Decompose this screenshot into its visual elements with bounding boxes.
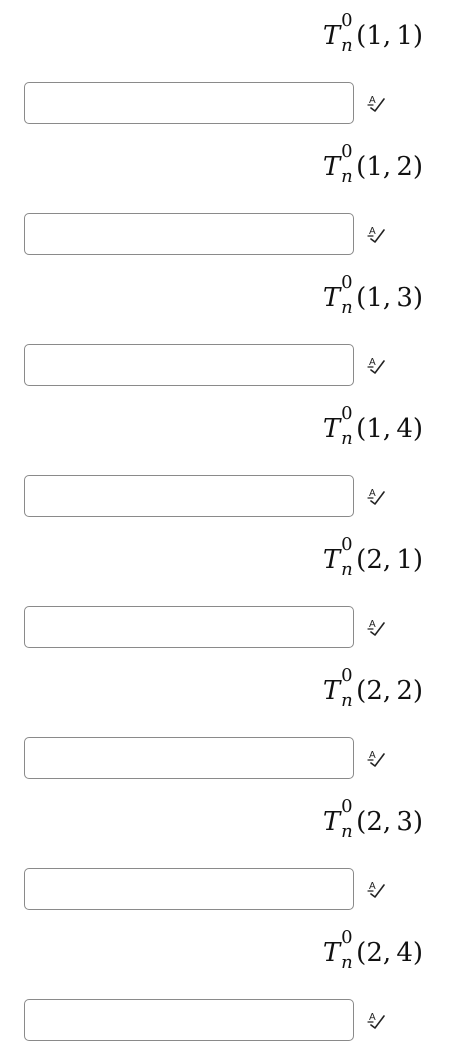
answer-field-2-3: T 0 n (2, 3) A [0,786,465,917]
field-label: T 0 n (1, 3) [322,272,423,318]
svg-text:A: A [369,226,376,237]
spell-check-icon[interactable]: A [367,1010,387,1030]
answer-field-1-2: T 0 n (1, 2) A [0,131,465,262]
answer-input[interactable] [24,606,354,648]
spell-check-icon[interactable]: A [367,748,387,768]
field-label: T 0 n (2, 4) [322,927,423,973]
svg-text:A: A [369,881,376,892]
spell-check-icon[interactable]: A [367,224,387,244]
answer-field-2-1: T 0 n (2, 1) A [0,524,465,655]
svg-text:A: A [369,357,376,368]
svg-text:A: A [369,1012,376,1023]
spell-check-icon[interactable]: A [367,355,387,375]
answer-input[interactable] [24,82,354,124]
answer-field-1-3: T 0 n (1, 3) A [0,262,465,393]
answer-field-2-2: T 0 n (2, 2) A [0,655,465,786]
answer-input[interactable] [24,868,354,910]
field-label: T 0 n (1, 2) [322,141,423,187]
svg-text:A: A [369,619,376,630]
field-label: T 0 n (2, 1) [322,534,423,580]
answer-field-2-4: T 0 n (2, 4) A [0,917,465,1048]
answer-input[interactable] [24,213,354,255]
answer-input[interactable] [24,999,354,1041]
spell-check-icon[interactable]: A [367,486,387,506]
answer-input[interactable] [24,475,354,517]
answer-field-1-1: T 0 n (1, 1) A [0,0,465,131]
answer-input[interactable] [24,344,354,386]
field-label: T 0 n (2, 2) [322,665,423,711]
answer-field-1-4: T 0 n (1, 4) A [0,393,465,524]
answer-input[interactable] [24,737,354,779]
svg-text:A: A [369,750,376,761]
field-label: T 0 n (2, 3) [322,796,423,842]
spell-check-icon[interactable]: A [367,617,387,637]
spell-check-icon[interactable]: A [367,93,387,113]
spell-check-icon[interactable]: A [367,879,387,899]
svg-text:A: A [369,95,376,106]
field-label: T 0 n (1, 1) [322,10,423,56]
svg-text:A: A [369,488,376,499]
field-label: T 0 n (1, 4) [322,403,423,449]
